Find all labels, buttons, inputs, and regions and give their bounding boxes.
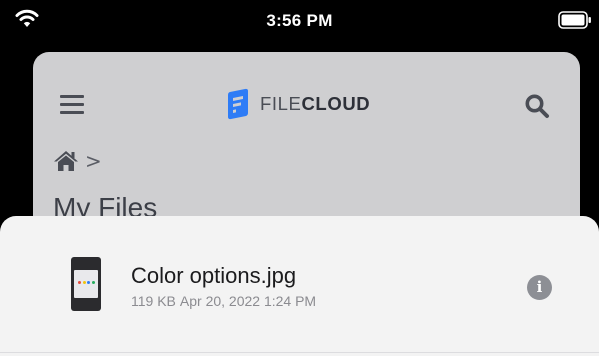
brand-name: FILECLOUD	[260, 93, 370, 115]
sheet-divider	[0, 352, 599, 353]
brand-name-suffix: CLOUD	[301, 93, 371, 114]
breadcrumb-separator: >	[85, 149, 102, 173]
brand-logo: FILECLOUD	[227, 87, 370, 121]
status-bar: 3:56 PM	[0, 0, 599, 40]
file-meta: 119 KB Apr 20, 2022 1:24 PM	[131, 293, 316, 309]
file-modified-date: Apr 20, 2022 1:24 PM	[179, 293, 317, 309]
image-thumbnail	[71, 257, 101, 311]
breadcrumb: >	[53, 150, 102, 172]
thumbnail-color-dots	[78, 281, 95, 285]
info-icon[interactable]: i	[527, 275, 552, 300]
search-icon[interactable]	[524, 93, 550, 119]
file-list-item[interactable]: Color options.jpg 119 KB Apr 20, 2022 1:2…	[0, 216, 599, 352]
battery-icon	[558, 11, 591, 29]
home-icon[interactable]	[53, 150, 79, 172]
file-action-sheet: Color options.jpg 119 KB Apr 20, 2022 1:2…	[0, 216, 599, 356]
file-size: 119 KB	[131, 293, 176, 309]
file-name: Color options.jpg	[131, 263, 297, 288]
brand-name-prefix: FILE	[260, 93, 302, 114]
filecloud-logo-icon	[228, 88, 248, 120]
status-time: 3:56 PM	[266, 11, 333, 30]
hamburger-menu-icon[interactable]	[60, 95, 84, 115]
thumbnail-screen	[74, 270, 98, 298]
